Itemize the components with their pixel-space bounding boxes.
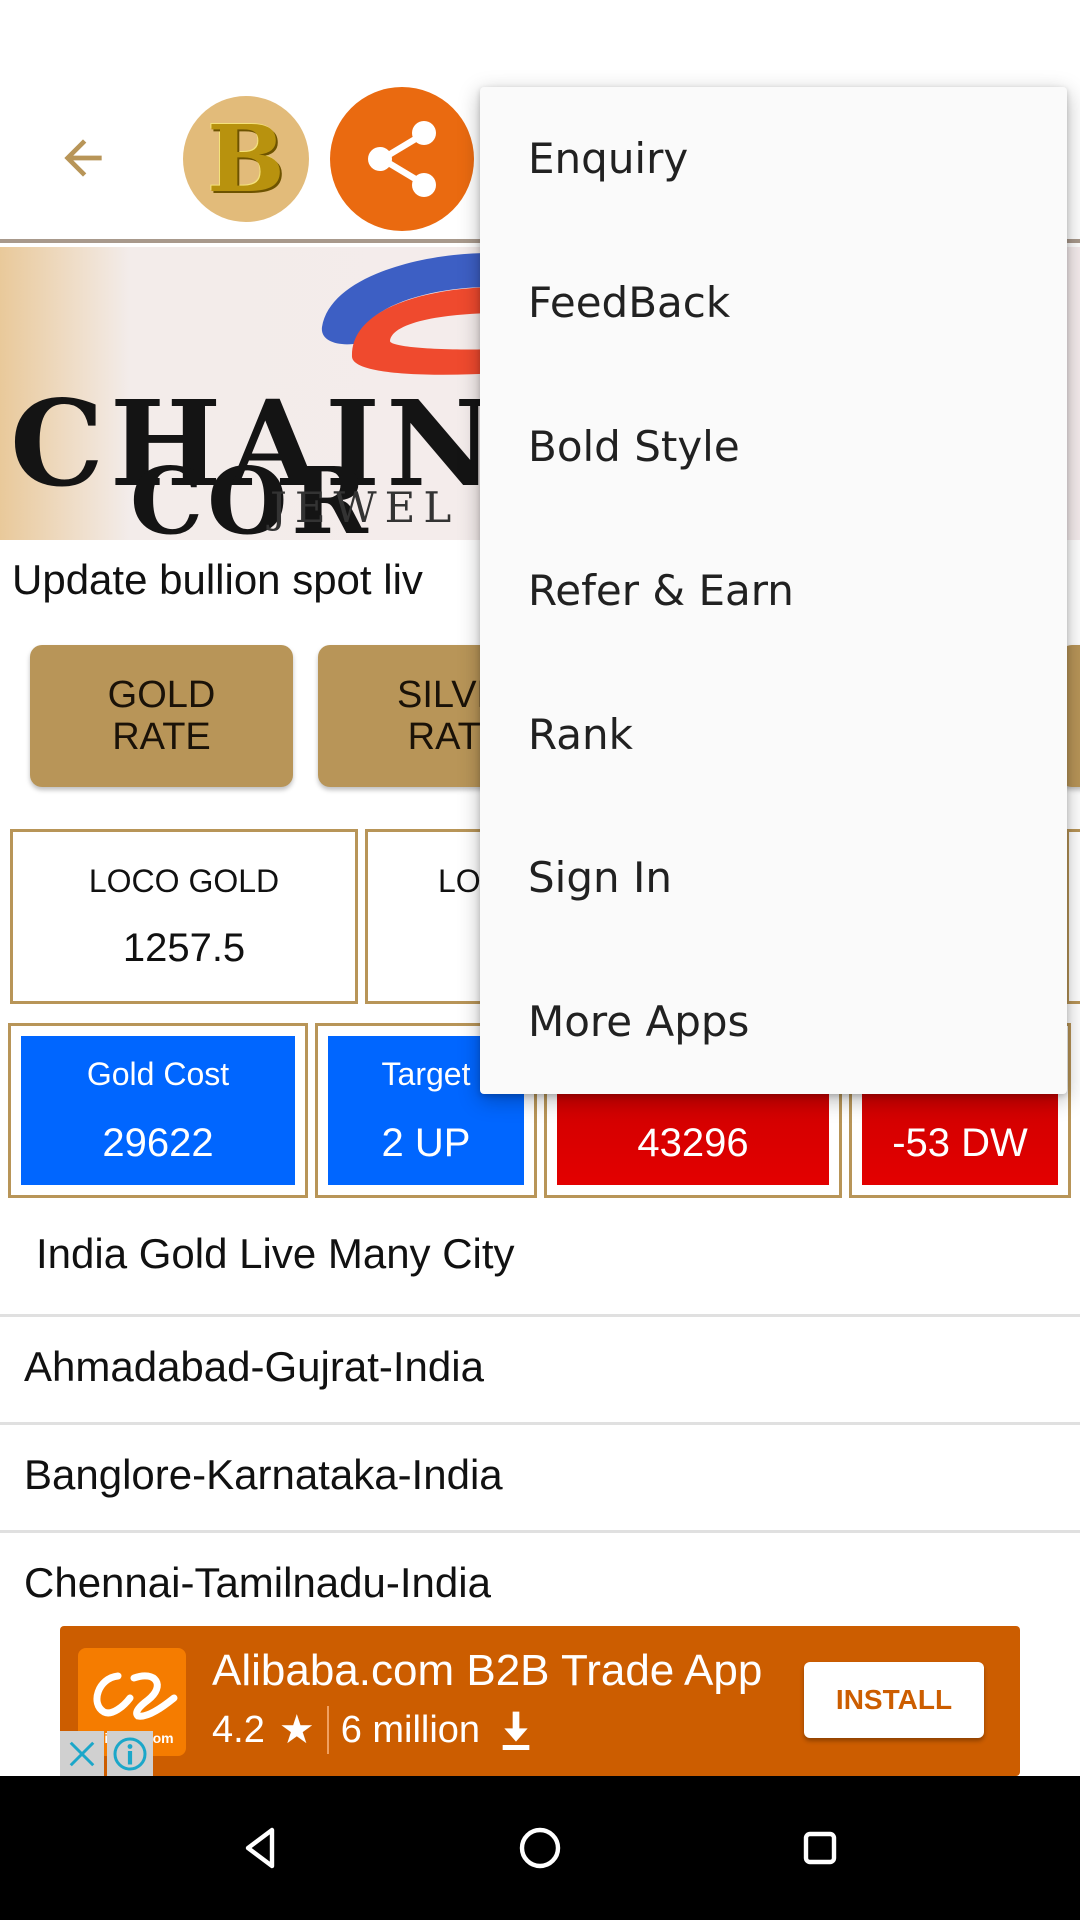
system-navigation-bar <box>0 1776 1080 1920</box>
nav-back-button[interactable] <box>220 1808 300 1888</box>
menu-item-rank[interactable]: Rank <box>480 662 1067 806</box>
menu-item-sign-in[interactable]: Sign In <box>480 806 1067 950</box>
nav-recents-button[interactable] <box>780 1808 860 1888</box>
nav-back-icon <box>245 1827 275 1869</box>
nav-home-icon <box>519 1827 561 1869</box>
nav-recents-icon <box>803 1831 837 1865</box>
menu-item-more-apps[interactable]: More Apps <box>480 950 1067 1094</box>
menu-item-enquiry[interactable]: Enquiry <box>480 87 1067 231</box>
menu-item-feedback[interactable]: FeedBack <box>480 231 1067 375</box>
menu-item-refer-earn[interactable]: Refer & Earn <box>480 518 1067 662</box>
nav-home-button[interactable] <box>500 1808 580 1888</box>
menu-item-bold-style[interactable]: Bold Style <box>480 375 1067 519</box>
overflow-menu: Enquiry FeedBack Bold Style Refer & Earn… <box>480 87 1067 1094</box>
